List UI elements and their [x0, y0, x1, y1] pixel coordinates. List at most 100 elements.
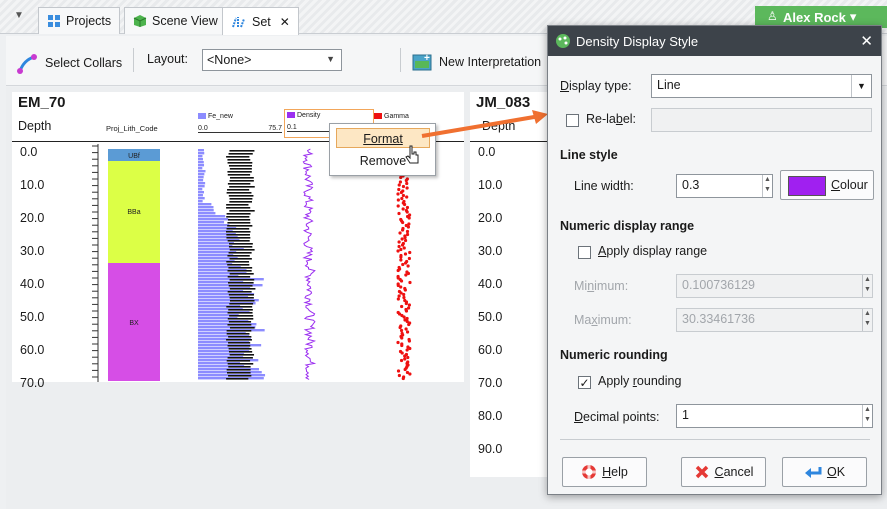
tab-set-close-icon[interactable]: ✕ — [280, 15, 290, 29]
depth-label: 90.0 — [478, 442, 503, 456]
lith-column-header: Proj_Lith_Code — [106, 124, 158, 133]
projects-icon — [48, 15, 60, 27]
line-width-label: Line width: — [574, 179, 634, 193]
depth-label: 30.0 — [478, 244, 503, 258]
line-style-header: Line style — [560, 148, 618, 162]
legend-swatch — [198, 113, 206, 120]
spinner-arrows-icon: ▲ ▼ — [862, 309, 872, 331]
dialog-divider — [560, 439, 870, 440]
scene-view-icon — [133, 15, 147, 27]
depth-ruler — [92, 144, 99, 382]
ok-label: OK — [826, 465, 846, 479]
user-name: Alex Rock — [783, 9, 846, 25]
dialog-titlebar: Density Display Style ✕ — [548, 26, 881, 56]
user-icon: ♙ — [767, 9, 778, 23]
scale-max: 75.7 — [268, 125, 282, 132]
style-icon — [556, 34, 570, 48]
relabel-input[interactable] — [651, 108, 872, 132]
chevron-down-icon: ▼ — [326, 54, 335, 64]
depth-label: 60.0 — [478, 343, 503, 357]
fe-new-scale: 0.0 75.7 — [198, 125, 282, 133]
layout-select[interactable]: <None> ▼ — [202, 49, 342, 71]
toolbar-separator — [133, 48, 134, 72]
log-tracks-em70: UBf BBa BX — [92, 144, 412, 382]
select-collars-button[interactable]: Select Collars — [16, 52, 122, 74]
depth-label: 50.0 — [478, 310, 503, 324]
depth-label: 10.0 — [478, 178, 503, 192]
help-button[interactable]: Help — [562, 457, 647, 487]
new-interpretation-label: New Interpretation — [439, 55, 542, 69]
select-collars-label: Select Collars — [45, 56, 123, 70]
minimum-value: 0.100736129 — [682, 278, 755, 292]
gamma-points — [396, 147, 412, 381]
tab-set[interactable]: Set ✕ — [222, 7, 299, 35]
display-type-select[interactable]: Line ▼ — [651, 74, 872, 98]
relabel-checkbox[interactable] — [566, 114, 579, 127]
menu-item-label: Remove — [359, 154, 407, 168]
depth-header: Depth — [18, 119, 52, 133]
apply-range-checkbox[interactable] — [578, 246, 591, 259]
chevron-down-icon: ▼ — [851, 75, 871, 97]
tab-scene-view-label: Scene View — [152, 14, 218, 28]
help-label: Help — [602, 465, 628, 479]
lith-code-ubf: UBf — [128, 153, 140, 160]
layout-label: Layout: — [147, 52, 189, 66]
ok-icon — [804, 467, 822, 478]
spinner-arrows-icon[interactable]: ▲ ▼ — [862, 405, 872, 427]
numeric-range-header: Numeric display range — [560, 219, 695, 233]
spinner-arrows-icon[interactable]: ▲ ▼ — [762, 175, 772, 197]
minimum-label: Minimum: — [574, 279, 629, 293]
tab-set-label: Set — [252, 14, 271, 29]
cancel-label: Cancel — [714, 465, 754, 479]
legend-fe-new[interactable]: Fe_new — [198, 113, 282, 120]
minimum-input[interactable]: 0.100736129 ▲ ▼ — [676, 274, 873, 298]
colour-button[interactable]: Colour — [780, 170, 874, 200]
lith-code-bba: BBa — [127, 209, 140, 216]
new-interpretation-button[interactable]: + New Interpretation — [412, 52, 541, 72]
tab-scene-view[interactable]: Scene View — [124, 7, 227, 34]
tab-list-menu-icon[interactable]: ▼ — [14, 10, 24, 21]
ok-button[interactable]: OK — [782, 457, 867, 487]
colour-label: Colour — [831, 178, 868, 192]
lith-code-bx: BX — [129, 320, 139, 327]
display-type-label: Display type: — [560, 79, 632, 93]
maximum-input[interactable]: 30.33461736 ▲ ▼ — [676, 308, 873, 332]
apply-rounding-checkbox[interactable]: ✓ — [578, 376, 591, 389]
svg-text:+: + — [424, 53, 430, 64]
log-panel-jm083: JM_083 Depth 0.0 10.0 20.0 30.0 40.0 50.0 60.0… — [470, 92, 550, 477]
density-display-style-dialog: Density Display Style ✕ Display type: Li… — [547, 25, 882, 495]
help-icon — [582, 465, 597, 479]
legend-label: Fe_new — [208, 113, 233, 120]
scale-min: 0.0 — [198, 125, 208, 132]
dialog-title: Density Display Style — [576, 33, 699, 49]
legend-swatch — [374, 113, 382, 120]
user-caret-icon: ▾ — [849, 9, 857, 24]
density-trace — [302, 148, 317, 380]
toolbar-separator — [400, 48, 401, 72]
new-interpretation-icon: + — [412, 53, 432, 71]
spinner-arrows-icon: ▲ ▼ — [862, 275, 872, 297]
maximum-value: 30.33461736 — [682, 312, 755, 326]
menu-item-label: Format — [363, 132, 403, 146]
select-collars-icon — [17, 54, 37, 74]
relabel-label: Re-label: — [586, 112, 637, 126]
legend-swatch — [287, 112, 295, 119]
depth-label: 40.0 — [478, 277, 503, 291]
legend-label: Gamma — [384, 113, 409, 120]
decimal-points-spinbox[interactable]: 1 ▲ ▼ — [676, 404, 873, 428]
apply-range-label: Apply display range — [598, 244, 708, 258]
close-icon[interactable]: ✕ — [860, 32, 873, 50]
tab-projects[interactable]: Projects — [38, 7, 121, 34]
legend-label: Density — [297, 112, 321, 119]
layout-select-value: <None> — [207, 53, 252, 67]
tab-projects-label: Projects — [66, 14, 112, 28]
log-title: EM_70 — [18, 94, 66, 111]
colour-swatch — [788, 176, 826, 196]
cancel-icon — [695, 465, 708, 479]
line-width-spinbox[interactable]: 0.3 ▲ ▼ — [676, 174, 773, 198]
display-type-value: Line — [657, 78, 681, 92]
depth-label: 20.0 — [478, 211, 503, 225]
cancel-button[interactable]: Cancel — [681, 457, 766, 487]
depth-label: 80.0 — [478, 409, 503, 423]
callout-arrow — [421, 110, 548, 138]
